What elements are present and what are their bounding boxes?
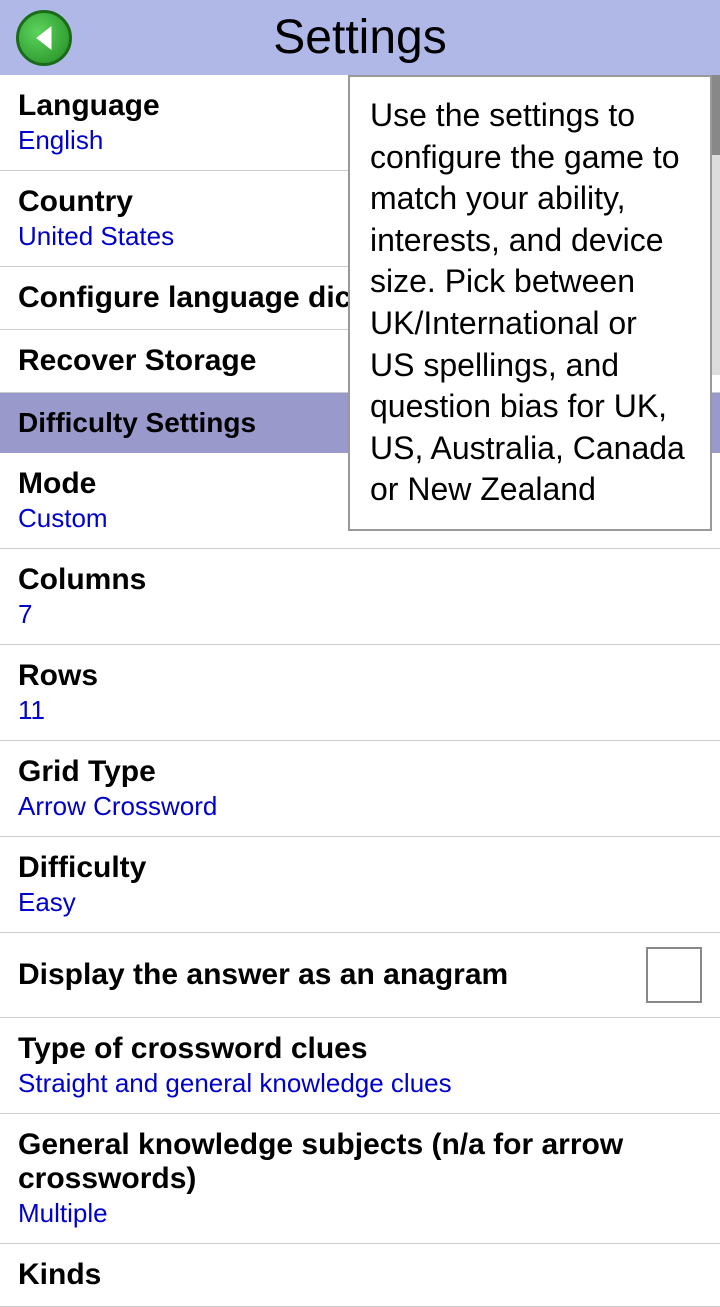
clues-type-value: Straight and general knowledge clues [18, 1068, 702, 1099]
back-button[interactable] [16, 10, 72, 66]
settings-item-columns[interactable]: Columns 7 [0, 549, 720, 645]
clues-type-label: Type of crossword clues [18, 1032, 702, 1066]
settings-item-rows[interactable]: Rows 11 [0, 645, 720, 741]
settings-item-display-anagram[interactable]: Display the answer as an anagram [0, 933, 720, 1018]
scrollbar-track[interactable] [712, 75, 720, 375]
difficulty-label: Difficulty [18, 851, 702, 885]
app-header: Settings [0, 0, 720, 75]
columns-label: Columns [18, 563, 702, 597]
difficulty-settings-label: Difficulty Settings [18, 407, 256, 438]
settings-item-general-knowledge[interactable]: General knowledge subjects (n/a for arro… [0, 1114, 720, 1244]
settings-item-grid-type[interactable]: Grid Type Arrow Crossword [0, 741, 720, 837]
settings-item-kinds[interactable]: Kinds [0, 1244, 720, 1307]
tooltip-text: Use the settings to configure the game t… [370, 97, 685, 507]
kinds-label: Kinds [18, 1258, 702, 1292]
general-knowledge-value: Multiple [18, 1198, 702, 1229]
grid-type-label: Grid Type [18, 755, 702, 789]
grid-type-value: Arrow Crossword [18, 791, 702, 822]
general-knowledge-label: General knowledge subjects (n/a for arro… [18, 1128, 702, 1196]
anagram-checkbox[interactable] [646, 947, 702, 1003]
settings-item-clues-type[interactable]: Type of crossword clues Straight and gen… [0, 1018, 720, 1114]
scrollbar-thumb [712, 75, 720, 155]
rows-value: 11 [18, 695, 702, 726]
rows-label: Rows [18, 659, 702, 693]
settings-item-difficulty[interactable]: Difficulty Easy [0, 837, 720, 933]
tooltip-popup: Use the settings to configure the game t… [348, 75, 712, 531]
display-anagram-label: Display the answer as an anagram [18, 958, 630, 992]
page-title: Settings [72, 10, 648, 65]
difficulty-value: Easy [18, 887, 702, 918]
columns-value: 7 [18, 599, 702, 630]
